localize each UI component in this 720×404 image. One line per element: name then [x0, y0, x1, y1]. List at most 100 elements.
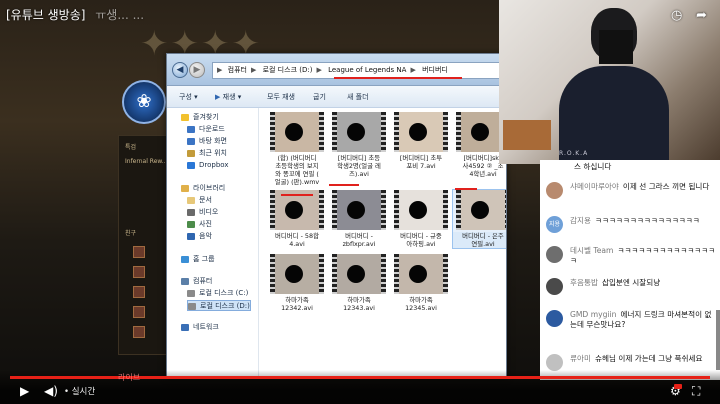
- avatar[interactable]: [546, 182, 563, 199]
- game-side-panel: 특검 Infernal Rew... 친구: [118, 135, 172, 355]
- navigation-pane: 즐겨찾기 다운로드 바탕 화면 최근 위치 Dropbox 라이브러리문서비디오 사진 음악홈…: [167, 108, 259, 377]
- chat-message: 류아미 슈헤님 이제 가는데 그냥 푹쉬세요: [546, 354, 716, 371]
- volume-icon[interactable]: ◀): [44, 384, 58, 398]
- file-name: 하마가족 12343.avi: [343, 296, 375, 312]
- sidebar-item[interactable]: 로컬 디스크 (D:): [187, 300, 251, 311]
- sidebar-item-label: 문서: [199, 196, 212, 204]
- annotation-underline: [329, 184, 359, 186]
- video-thumbnail: [332, 190, 386, 230]
- hd-badge: [674, 384, 682, 389]
- file-item[interactable]: [버디버디] 초등 학생2명(얼굴 레 즈).avi: [329, 112, 389, 178]
- video-title: [유튜브 생방송] ㅠ생... ...: [6, 6, 144, 23]
- play-all-button[interactable]: 모두 재생: [267, 92, 295, 102]
- film-strip: [443, 254, 448, 294]
- censor-dot: [347, 123, 365, 141]
- film-strip: [319, 112, 324, 152]
- censor-dot: [471, 201, 489, 219]
- avatar[interactable]: 지용: [546, 216, 563, 233]
- documents-icon: [187, 196, 195, 204]
- friend-avatar: [133, 286, 145, 298]
- film-strip: [319, 254, 324, 294]
- sidebar-item-label: 네트워크: [193, 323, 219, 331]
- music-icon: [187, 232, 195, 240]
- organize-menu[interactable]: 구성 ▾: [179, 92, 198, 102]
- film-strip: [456, 112, 461, 152]
- video-thumbnail: [332, 254, 386, 294]
- file-name: 버디버디 - 은주 연필.avi: [453, 232, 506, 248]
- video-thumbnail: [394, 112, 448, 152]
- play-menu[interactable]: ▶ 재생 ▾: [215, 92, 241, 102]
- file-grid: (합) (버디버디 초등학생의 보지 와 똥꼬에 연필 ( 얼굴) (판).wm…: [259, 108, 506, 377]
- sidebar-item[interactable]: 바탕 화면: [187, 136, 227, 147]
- sidebar-item[interactable]: 음악: [187, 231, 212, 242]
- file-name: (합) (버디버디 초등학생의 보지 와 똥꼬에 연필 ( 얼굴) (판).wm…: [274, 154, 320, 186]
- file-name: 버디버디 - zbflxpr.avi: [342, 232, 376, 248]
- fullscreen-icon[interactable]: ⛶: [692, 384, 700, 399]
- file-name: 하마가족 12342.avi: [281, 296, 313, 312]
- sidebar-item[interactable]: 다운로드: [187, 124, 225, 135]
- pictures-icon: [187, 220, 195, 228]
- avatar[interactable]: [546, 354, 563, 371]
- sidebar-item[interactable]: 최근 위치: [187, 148, 227, 159]
- file-item[interactable]: 버디버디 - 58합 4.avi: [267, 190, 327, 248]
- file-item[interactable]: (합) (버디버디 초등학생의 보지 와 똥꼬에 연필 ( 얼굴) (판).wm…: [267, 112, 327, 186]
- file-item[interactable]: 버디버디 - 은주 연필.avi: [452, 189, 506, 249]
- sidebar-item-label: 로컬 디스크 (D:): [200, 302, 250, 310]
- breadcrumb-sep: ▶: [250, 66, 257, 74]
- chat-author[interactable]: 데시벨 Team: [570, 246, 613, 255]
- chat-author[interactable]: 후음통밥: [570, 278, 598, 287]
- sidebar-item[interactable]: 즐겨찾기: [181, 112, 219, 123]
- address-bar: ◀ ▶ ▶ 컴퓨터 ▶ 로컬 디스크 (D:) ▶ League of Legend…: [167, 54, 506, 86]
- censor-dot: [347, 201, 365, 219]
- play-icon[interactable]: ▶: [20, 384, 29, 398]
- chat-author[interactable]: GMD mygiin: [570, 310, 616, 319]
- clock-icon[interactable]: ◷: [671, 8, 682, 23]
- sidebar-item[interactable]: Dropbox: [187, 160, 229, 171]
- film-strip: [394, 112, 399, 152]
- file-item[interactable]: 하마가족 12345.avi: [391, 254, 451, 312]
- video-thumbnail: [270, 190, 324, 230]
- film-strip: [332, 112, 337, 152]
- file-item[interactable]: 버디버디 - zbflxpr.avi: [329, 190, 389, 248]
- progress-bar[interactable]: [10, 376, 710, 379]
- breadcrumb-item[interactable]: 컴퓨터: [228, 66, 247, 74]
- chat-author[interactable]: 류아미: [570, 354, 591, 363]
- avatar[interactable]: [546, 310, 563, 327]
- chat-text: 삽입분엔 시잘되냥: [601, 278, 661, 287]
- share-icon[interactable]: ➦: [696, 8, 707, 23]
- chat-author[interactable]: 샤메이마루아야: [570, 182, 619, 191]
- sidebar-item[interactable]: 네트워크: [181, 322, 219, 333]
- forward-arrow-icon[interactable]: ▶: [189, 62, 205, 78]
- friend-avatar: [133, 266, 145, 278]
- film-strip: [394, 254, 399, 294]
- back-arrow-icon[interactable]: ◀: [172, 62, 188, 78]
- sidebar-item[interactable]: 컴퓨터: [181, 276, 212, 287]
- file-item[interactable]: 하마가족 12343.avi: [329, 254, 389, 312]
- download-folder-icon: [187, 125, 195, 133]
- burn-button[interactable]: 굽기: [313, 92, 326, 102]
- sidebar-item[interactable]: 사진: [187, 219, 212, 230]
- breadcrumb-item[interactable]: League of Legends NA: [328, 66, 406, 74]
- file-item[interactable]: [버디버디] 초투 포비 7.avi: [391, 112, 451, 170]
- sidebar-item[interactable]: 문서: [187, 195, 212, 206]
- background-shelf: [503, 120, 551, 150]
- chat-scrollbar[interactable]: [716, 310, 720, 370]
- sidebar-item[interactable]: 홈 그룹: [181, 254, 215, 265]
- film-strip: [270, 112, 275, 152]
- sidebar-item[interactable]: 라이브러리: [181, 183, 225, 194]
- file-explorer-window[interactable]: ◀ ▶ ▶ 컴퓨터 ▶ 로컬 디스크 (D:) ▶ League of Legend…: [166, 53, 507, 378]
- breadcrumb-item[interactable]: 버디버디: [422, 66, 448, 74]
- chat-author[interactable]: 감지용: [570, 216, 591, 225]
- film-strip: [270, 254, 275, 294]
- file-item[interactable]: 하마가족 12342.avi: [267, 254, 327, 312]
- chat-text: 이제 선 그라스 끼면 됩니다: [622, 182, 710, 191]
- avatar[interactable]: [546, 246, 563, 263]
- sidebar-item[interactable]: 로컬 디스크 (C:): [187, 288, 248, 299]
- video-thumbnail: [394, 190, 448, 230]
- sidebar-item[interactable]: 비디오: [187, 207, 218, 218]
- new-folder-button[interactable]: 새 폴더: [347, 92, 369, 102]
- explorer-toolbar: 구성 ▾ ▶ 재생 ▾ 모두 재생 굽기 새 폴더: [167, 86, 506, 108]
- avatar[interactable]: [546, 278, 563, 295]
- file-item[interactable]: 버디버디 - 규중 아하핑.avi: [391, 190, 451, 248]
- breadcrumb-item[interactable]: 로컬 디스크 (D:): [263, 66, 313, 74]
